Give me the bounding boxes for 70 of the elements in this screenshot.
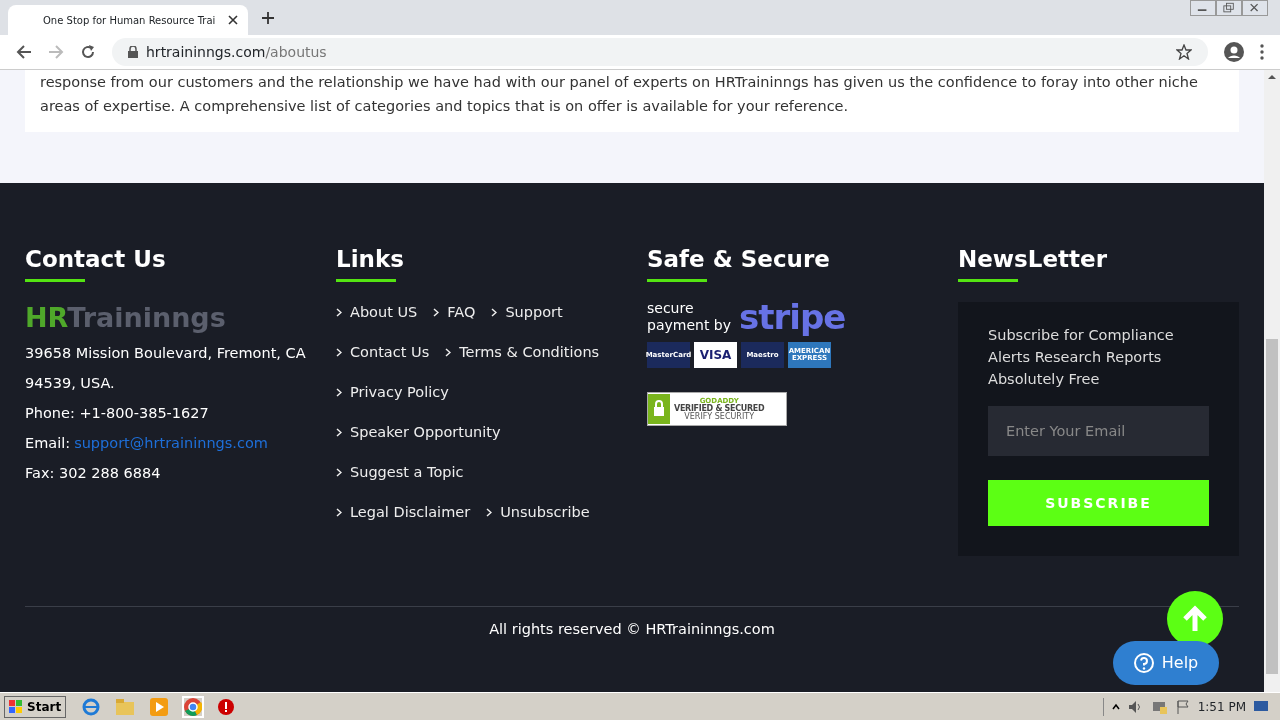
browser-icon[interactable]	[82, 697, 101, 716]
footer-link[interactable]: Suggest a Topic	[336, 462, 464, 484]
chevron-icon	[336, 508, 342, 518]
heading-underline	[25, 279, 85, 282]
restore-icon[interactable]	[1216, 0, 1242, 16]
footer-link[interactable]: FAQ	[433, 302, 476, 324]
section-heading: Safe & Secure	[647, 245, 831, 273]
star-icon[interactable]	[1176, 44, 1192, 60]
close-icon[interactable]	[228, 15, 238, 25]
network-icon[interactable]	[1151, 699, 1168, 714]
stripe-logo: stripe	[739, 300, 846, 334]
chevron-icon	[336, 308, 342, 318]
arrow-up-icon	[1181, 605, 1209, 633]
footer-link[interactable]: About US	[336, 302, 418, 324]
help-icon	[1133, 653, 1154, 673]
site-logo[interactable]: HRTraininngs	[25, 302, 226, 338]
fax-text: Fax: 302 288 6884	[25, 464, 162, 483]
lock-icon	[648, 394, 670, 424]
account-icon[interactable]	[1224, 42, 1244, 62]
browser-tab[interactable]: One Stop for Human Resource Trai	[8, 5, 248, 35]
footer-link[interactable]: Speaker Opportunity	[336, 422, 501, 444]
heading-underline	[958, 279, 1018, 282]
chevron-icon	[486, 508, 493, 518]
heading-underline	[647, 279, 707, 282]
chevron-icon	[336, 468, 342, 478]
chevron-icon	[336, 388, 342, 398]
footer-link[interactable]: Terms & Conditions	[445, 342, 600, 364]
address-bar[interactable]: hrtraininngs.com/aboutus	[112, 38, 1208, 66]
chevron-icon	[336, 428, 342, 438]
chrome-icon[interactable]	[184, 697, 203, 716]
address-text: 39658 Mission Boulevard, Fremont, CA 94539, USA.	[25, 344, 307, 393]
phone-text: Phone: +1-800-385-1627	[25, 404, 210, 423]
chevron-icon	[433, 308, 440, 318]
paragraph: response from our customers and the relationship we have had with our panel of experts on HRTraininngs has given us the confidence to foray into other niche areas of expertise. A comprehensive list of categories and topics that is on offer is available for your reference.	[40, 73, 1199, 116]
more-icon[interactable]	[1260, 44, 1264, 60]
section-heading: NewsLetter	[958, 245, 1108, 273]
desktop-icon[interactable]	[1254, 700, 1268, 713]
clock-text: 1:51 PM	[1197, 698, 1246, 716]
windows-logo-icon	[9, 699, 23, 714]
heading-underline	[336, 279, 396, 282]
payment-caption: secure payment by	[647, 300, 731, 334]
email-field[interactable]: Enter Your Email	[988, 406, 1209, 456]
chevron-up-icon[interactable]	[1111, 702, 1120, 711]
url-text: hrtraininngs.com/aboutus	[146, 42, 327, 62]
help-button[interactable]: Help	[1113, 641, 1219, 685]
reload-icon[interactable]	[80, 44, 96, 60]
section-heading: Contact Us	[25, 245, 167, 273]
back-icon[interactable]	[16, 44, 32, 60]
footer-link[interactable]: Unsubscribe	[486, 502, 590, 524]
new-tab-icon[interactable]	[262, 12, 274, 24]
footer-link[interactable]: Contact Us	[336, 342, 430, 364]
lock-icon	[128, 46, 138, 58]
flag-icon[interactable]	[1175, 699, 1190, 714]
scrollbar-thumb[interactable]	[1266, 339, 1278, 674]
footer-link[interactable]: Legal Disclaimer	[336, 502, 471, 524]
footer-link[interactable]: Support	[491, 302, 563, 324]
copyright-text: All rights reserved © HRTraininngs.com	[488, 620, 776, 639]
email-link[interactable]: support@hrtraininngs.com	[74, 428, 268, 458]
stop-icon[interactable]	[218, 698, 235, 715]
tab-title: One Stop for Human Resource Trai	[43, 13, 217, 28]
chevron-icon	[491, 308, 498, 318]
footer-link[interactable]: Privacy Policy	[336, 382, 449, 404]
email-label: Email:	[25, 434, 71, 453]
minimize-icon[interactable]	[1190, 0, 1216, 16]
start-button[interactable]: Start	[4, 695, 67, 718]
section-heading: Links	[336, 245, 405, 273]
newsletter-text: Subscribe for Compliance Alerts Research Reports Absolutely Free	[988, 326, 1175, 389]
chevron-icon	[445, 348, 452, 358]
chevron-icon	[336, 348, 342, 358]
payment-card-logo: VISA	[694, 342, 737, 368]
